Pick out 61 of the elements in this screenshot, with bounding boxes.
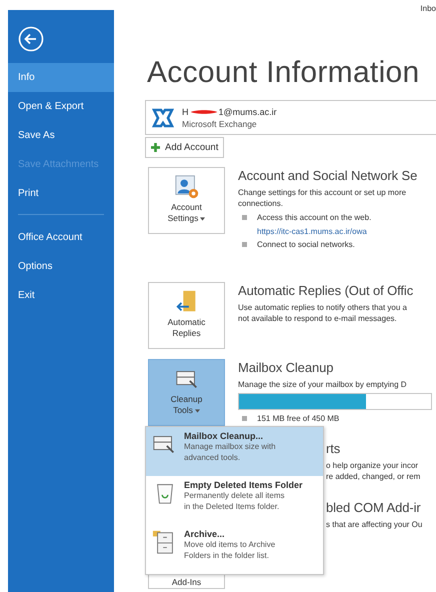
section-heading: Automatic Replies (Out of Offic (238, 283, 414, 298)
menu-item-title: Archive... (184, 529, 226, 539)
section-description: connections. (238, 198, 284, 209)
section-heading: Mailbox Cleanup (238, 360, 334, 375)
section-heading: bled COM Add-ir (326, 500, 422, 515)
tile-label: Account (171, 202, 202, 213)
bullet-text: 151 MB free of 450 MB (257, 413, 340, 424)
menu-item-description: Manage mailbox size with (184, 441, 276, 452)
bullet-text: Connect to social networks. (257, 239, 355, 250)
sidebar-item[interactable]: Exit (8, 281, 114, 310)
section-description: s that are affecting your Ou (326, 519, 422, 530)
menu-item-description: advanced tools. (184, 452, 242, 463)
menu-item-title: Mailbox Cleanup... (184, 431, 264, 441)
email-text: H (182, 106, 188, 116)
bullet-icon (242, 215, 247, 220)
add-account-button[interactable]: Add Account (145, 137, 224, 158)
section-heading: rts (326, 441, 342, 456)
section-description: not available to respond to e-mail messages. (238, 313, 398, 324)
tile-label: Replies (172, 328, 201, 339)
menu-item-description: Move old items to Archive (184, 539, 276, 550)
section-description: o help organize your incor (326, 460, 420, 471)
menu-item-description: Permanently delete all items (184, 490, 286, 501)
tile-button[interactable]: Account Settings (148, 167, 225, 234)
email-text: 1@mums.ac.ir (218, 106, 277, 116)
tile-button[interactable]: Automatic Replies (148, 282, 225, 349)
account-selector[interactable]: H 1@mums.ac.ir Microsoft Exchange (145, 100, 436, 135)
sidebar-item[interactable]: Office Account (8, 223, 114, 252)
sidebar-item[interactable]: Print (8, 179, 114, 208)
account-settings-icon (174, 174, 200, 200)
tile-label: Cleanup (170, 394, 202, 405)
sidebar-item[interactable]: Options (8, 252, 114, 281)
tile-label: Tools (173, 405, 200, 416)
sidebar-item[interactable]: Save As (8, 121, 114, 150)
section-description: re added, changed, or rem (326, 471, 420, 482)
web-link[interactable]: https://itc-cas1.mums.ac.ir/owa (257, 227, 372, 236)
bullet-icon (242, 242, 247, 247)
bullet-text: Access this account on the web. (257, 212, 372, 223)
tile-label: Automatic (168, 317, 206, 328)
menu-item-description: Folders in the folder list. (184, 550, 270, 561)
account-type: Microsoft Exchange (182, 118, 258, 128)
caret-icon (194, 408, 200, 412)
sidebar-item[interactable]: Info (8, 63, 114, 92)
plus-icon (151, 143, 160, 152)
back-icon[interactable] (18, 26, 44, 52)
tile-label: Settings (168, 213, 206, 224)
section-heading: Account and Social Network Se (238, 168, 418, 183)
menu-item[interactable]: Archive... Move old items to Archive Folders in the folder list. (146, 525, 323, 574)
page-title: Account Information (147, 56, 421, 90)
section-description: Manage the size of your mailbox by emptying D (238, 379, 408, 390)
caret-icon (200, 216, 206, 220)
menu-item[interactable]: Mailbox Cleanup... Manage mailbox size with advanced tools. (146, 427, 323, 476)
menu-item-title: Empty Deleted Items Folder (184, 480, 303, 490)
redaction-mark (188, 108, 218, 116)
menu-item-description: in the Deleted Items folder. (184, 501, 280, 512)
tile-button[interactable]: Cleanup Tools (148, 359, 225, 426)
section-description: Change settings for this account or set up more (238, 187, 408, 198)
bullet-icon (242, 416, 247, 421)
sidebar-item[interactable]: Open & Export (8, 92, 114, 121)
window-title: Inbo (420, 4, 436, 13)
menu-item[interactable]: Empty Deleted Items Folder Permanently delete all items in the Deleted Items folder. (146, 476, 323, 525)
section-description: Use automatic replies to notify others that you a (238, 302, 408, 313)
